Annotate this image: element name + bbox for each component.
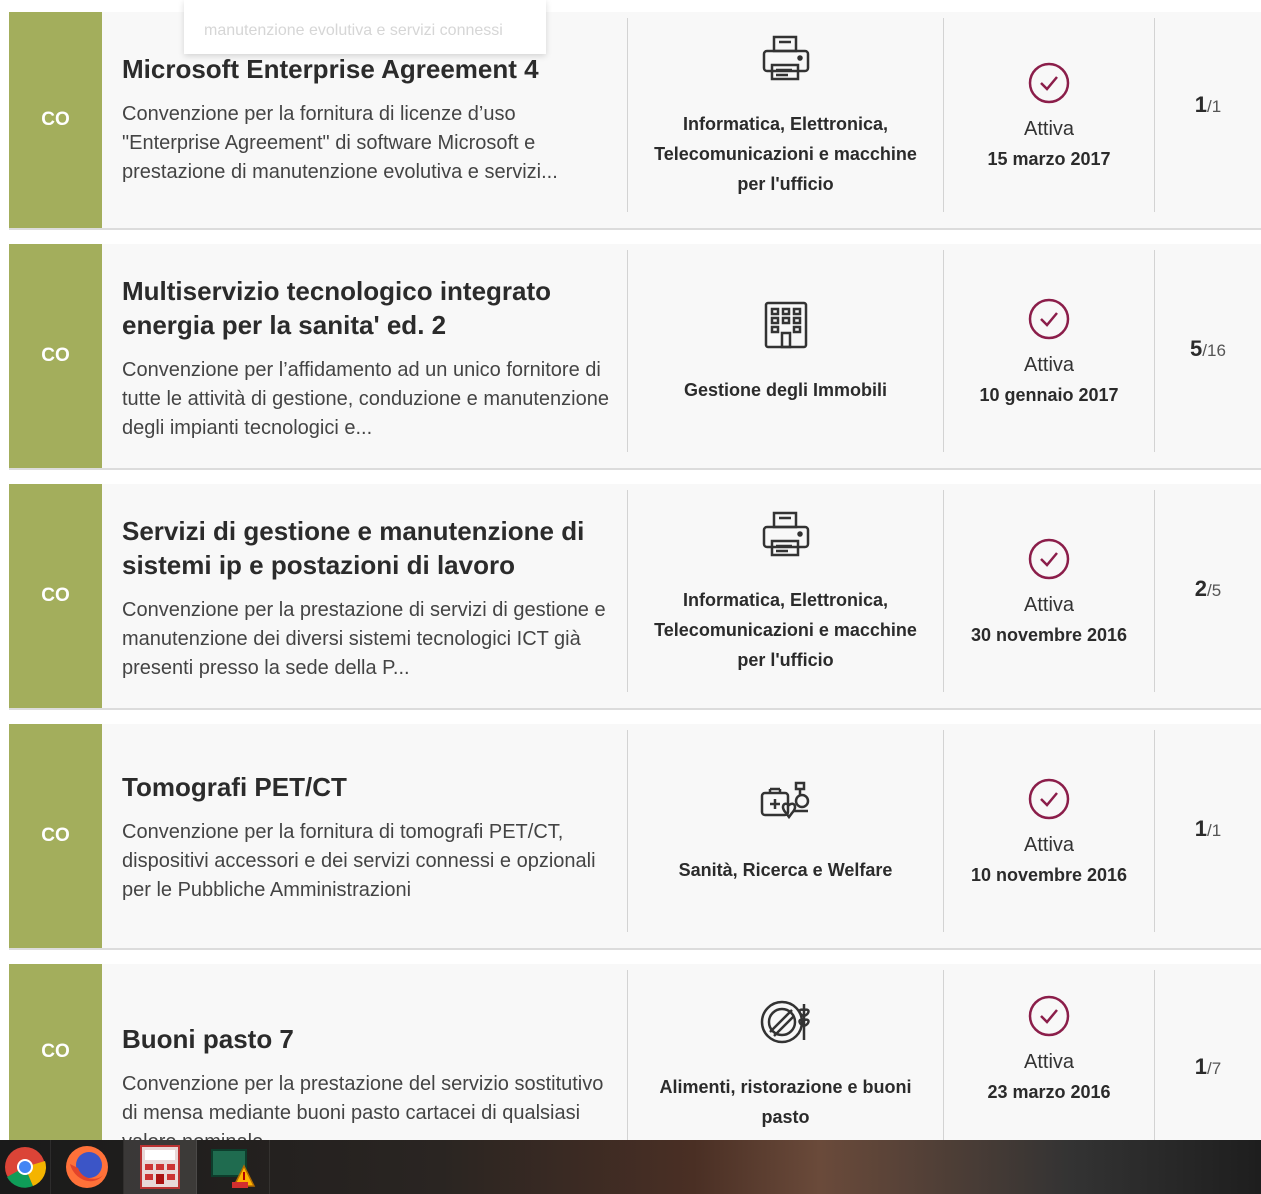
status-cell: Attiva 10 gennaio 2017 — [943, 250, 1154, 452]
calculator-app-icon — [140, 1145, 180, 1189]
taskbar-chrome[interactable] — [0, 1140, 51, 1194]
item-info: Buoni pasto 7 Convenzione per la prestaz… — [102, 964, 627, 1153]
list-item[interactable]: CO Tomografi PET/CT Convenzione per la f… — [9, 724, 1261, 950]
printer-icon — [762, 35, 809, 81]
check-circle-icon — [1028, 995, 1070, 1037]
food-icon — [760, 1000, 810, 1044]
item-title[interactable]: Servizi di gestione e manutenzione di si… — [122, 514, 615, 582]
taskbar — [0, 1140, 1261, 1194]
health-icon — [760, 781, 809, 820]
count-active: 1 — [1194, 92, 1208, 117]
chrome-icon — [5, 1147, 47, 1188]
category-cell: Informatica, Elettronica, Telecomunicazi… — [627, 18, 943, 212]
item-title[interactable]: Tomografi PET/CT — [122, 770, 615, 804]
type-tag: CO — [9, 484, 102, 708]
category-label: Sanità, Ricerca e Welfare — [678, 860, 893, 880]
item-info: Servizi di gestione e manutenzione di si… — [102, 484, 627, 708]
category-label: Informatica, Elettronica, Telecomunicazi… — [654, 590, 917, 670]
status-text: Attiva — [1023, 353, 1075, 376]
item-title[interactable]: Buoni pasto 7 — [122, 1022, 615, 1056]
lot-count: 1/1 — [1154, 18, 1261, 212]
category-cell: Sanità, Ricerca e Welfare — [627, 730, 943, 932]
category-cell: Alimenti, ristorazione e buoni pasto — [627, 970, 943, 1140]
status-cell: Attiva 15 marzo 2017 — [943, 18, 1154, 212]
count-total: /1 — [1207, 97, 1222, 116]
status-text: Attiva — [1023, 1051, 1075, 1073]
lot-count: 2/5 — [1154, 490, 1261, 692]
count-total: /16 — [1202, 341, 1226, 360]
category-label: Informatica, Elettronica, Telecomunicazi… — [654, 114, 917, 194]
status-date: 10 gennaio 2017 — [979, 384, 1119, 405]
type-tag: CO — [9, 244, 102, 468]
status-date: 15 marzo 2017 — [987, 148, 1111, 169]
item-title[interactable]: Multiservizio tecnologico integrato ener… — [122, 274, 615, 342]
check-circle-icon — [1028, 778, 1070, 819]
check-circle-icon — [1028, 538, 1070, 579]
taskbar-alert-app[interactable] — [197, 1140, 270, 1194]
count-total: /5 — [1207, 581, 1222, 600]
status-cell: Attiva 10 novembre 2016 — [943, 730, 1154, 932]
tooltip: manutenzione evolutiva e servizi conness… — [184, 0, 546, 54]
item-description: Convenzione per la fornitura di licenze … — [122, 103, 558, 183]
item-description: Convenzione per la fornitura di tomograf… — [122, 821, 596, 901]
category-label: Gestione degli Immobili — [683, 380, 888, 400]
list-item[interactable]: CO Buoni pasto 7 Convenzione per la pres… — [9, 964, 1261, 1153]
check-circle-icon — [1028, 62, 1070, 103]
item-description: Convenzione per la prestazione di serviz… — [122, 599, 606, 679]
count-active: 5 — [1190, 336, 1203, 361]
lot-count: 5/16 — [1154, 250, 1261, 452]
firefox-icon — [66, 1146, 108, 1188]
type-tag: CO — [9, 964, 102, 1140]
category-cell: Informatica, Elettronica, Telecomunicazi… — [627, 490, 943, 692]
count-total: /7 — [1207, 1059, 1222, 1078]
status-date: 23 marzo 2016 — [987, 1082, 1111, 1102]
status-cell: Attiva 23 marzo 2016 — [943, 970, 1154, 1140]
taskbar-firefox[interactable] — [51, 1140, 124, 1194]
count-total: /1 — [1207, 821, 1222, 840]
status-cell: Attiva 30 novembre 2016 — [943, 490, 1154, 692]
list-item[interactable]: CO Multiservizio tecnologico integrato e… — [9, 244, 1261, 470]
printer-icon — [762, 511, 809, 557]
count-active: 2 — [1194, 576, 1208, 601]
count-active: 1 — [1194, 1054, 1208, 1079]
status-date: 10 novembre 2016 — [970, 864, 1128, 885]
category-label: Alimenti, ristorazione e buoni pasto — [659, 1077, 912, 1127]
type-tag: CO — [9, 724, 102, 948]
alert-app-icon — [211, 1149, 256, 1188]
item-title[interactable]: Microsoft Enterprise Agreement 4 — [122, 52, 615, 86]
list-item[interactable]: CO Servizi di gestione e manutenzione di… — [9, 484, 1261, 710]
category-cell: Gestione degli Immobili — [627, 250, 943, 452]
lot-count: 1/1 — [1154, 730, 1261, 932]
building-icon — [764, 301, 807, 349]
status-text: Attiva — [1023, 833, 1075, 856]
check-circle-icon — [1028, 298, 1070, 339]
item-info: Tomografi PET/CT Convenzione per la forn… — [102, 724, 627, 948]
type-tag: CO — [9, 12, 102, 228]
status-date: 30 novembre 2016 — [970, 624, 1128, 645]
status-text: Attiva — [1023, 117, 1075, 140]
status-text: Attiva — [1023, 593, 1075, 616]
item-description: Convenzione per l’affidamento ad un unic… — [122, 359, 609, 439]
lot-count: 1/7 — [1154, 970, 1261, 1140]
count-active: 1 — [1194, 816, 1208, 841]
taskbar-calculator-app[interactable] — [124, 1140, 197, 1194]
item-info: Multiservizio tecnologico integrato ener… — [102, 244, 627, 468]
